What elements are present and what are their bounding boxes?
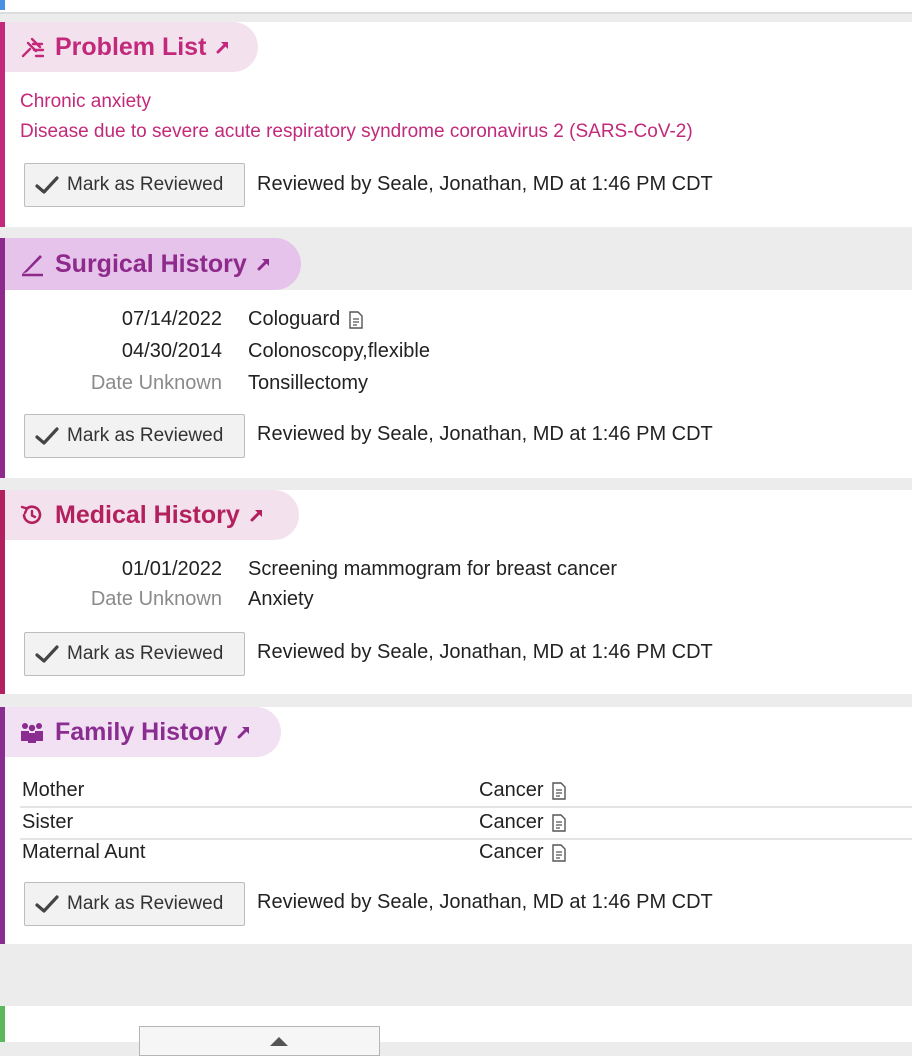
condition-date: 01/01/2022 [121, 558, 222, 580]
procedure-name: Cologuard [248, 308, 341, 330]
family-history-header[interactable]: Family History [5, 707, 281, 757]
external-link-icon[interactable] [257, 257, 271, 271]
procedure-name-cell: Cologuard [248, 308, 364, 331]
button-label: Mark as Reviewed [67, 425, 224, 446]
document-icon[interactable] [551, 781, 567, 800]
next-section [0, 1006, 912, 1056]
problem-list-icon [19, 34, 45, 60]
checkmark-icon [35, 175, 59, 195]
surgical-history-header[interactable]: Surgical History [5, 238, 301, 290]
section-accent-bar [0, 1006, 5, 1042]
history-clock-icon [19, 502, 45, 528]
scalpel-icon [19, 251, 45, 277]
family-row[interactable]: Sister Cancer [20, 810, 912, 840]
top-section-edge [0, 0, 912, 14]
section-title: Surgical History [55, 249, 247, 278]
family-icon [19, 719, 45, 745]
mark-as-reviewed-button[interactable]: Mark as Reviewed [24, 882, 245, 926]
relation: Sister [22, 811, 74, 833]
document-icon[interactable] [348, 310, 364, 329]
condition-name: Screening mammogram for breast cancer [248, 558, 618, 580]
procedure-date: Date Unknown [90, 372, 222, 394]
procedure-name: Tonsillectomy [248, 372, 369, 394]
medical-history-header[interactable]: Medical History [5, 490, 299, 540]
relation: Maternal Aunt [22, 841, 146, 863]
condition: Cancer [479, 811, 544, 833]
mark-as-reviewed-button[interactable]: Mark as Reviewed [24, 163, 245, 207]
checkmark-icon [35, 644, 59, 664]
document-icon[interactable] [551, 843, 567, 862]
procedure-name: Colonoscopy,flexible [248, 340, 430, 362]
family-row[interactable]: Mother Cancer [20, 778, 912, 808]
reviewed-status-text: Reviewed by Seale, Jonathan, MD at 1:46 … [257, 423, 713, 445]
procedure-date: 07/14/2022 [121, 308, 222, 330]
button-label: Mark as Reviewed [67, 893, 224, 914]
problem-list-header[interactable]: Problem List [5, 22, 258, 72]
mark-as-reviewed-button[interactable]: Mark as Reviewed [24, 414, 245, 458]
condition: Cancer [479, 841, 544, 863]
family-row[interactable]: Maternal Aunt Cancer [20, 840, 912, 870]
surgical-history-section: Surgical History 07/14/2022 Cologuard 04… [0, 238, 912, 478]
section-title: Problem List [55, 32, 207, 61]
checkmark-icon [35, 426, 59, 446]
medical-row[interactable]: Date Unknown Anxiety [0, 588, 912, 616]
section-title: Medical History [55, 500, 240, 529]
condition: Cancer [479, 779, 544, 801]
surgical-row[interactable]: 07/14/2022 Cologuard [0, 308, 912, 336]
medical-history-section: Medical History 01/01/2022 Screening mam… [0, 490, 912, 694]
section-accent-bar [0, 0, 5, 10]
condition-cell: Cancer [479, 811, 567, 834]
procedure-date: 04/30/2014 [121, 340, 222, 362]
problem-item[interactable]: Chronic anxiety [20, 91, 151, 113]
medical-row[interactable]: 01/01/2022 Screening mammogram for breas… [0, 558, 912, 586]
button-label: Mark as Reviewed [67, 643, 224, 664]
document-icon[interactable] [551, 813, 567, 832]
problem-list-section: Problem List Chronic anxiety Disease due… [0, 22, 912, 227]
section-title: Family History [55, 717, 228, 746]
surgical-row[interactable]: Date Unknown Tonsillectomy [0, 372, 912, 400]
reviewed-status-text: Reviewed by Seale, Jonathan, MD at 1:46 … [257, 641, 713, 663]
condition-cell: Cancer [479, 779, 567, 802]
condition-name: Anxiety [248, 588, 314, 610]
problem-item[interactable]: Disease due to severe acute respiratory … [20, 121, 693, 143]
mark-as-reviewed-button[interactable]: Mark as Reviewed [24, 632, 245, 676]
reviewed-status-text: Reviewed by Seale, Jonathan, MD at 1:46 … [257, 173, 713, 195]
surgical-row[interactable]: 04/30/2014 Colonoscopy,flexible [0, 340, 912, 368]
external-link-icon[interactable] [250, 508, 264, 522]
family-history-section: Family History Mother Cancer Sister Canc… [0, 707, 912, 944]
button-label: Mark as Reviewed [67, 174, 224, 195]
condition-cell: Cancer [479, 841, 567, 864]
relation: Mother [22, 779, 85, 801]
external-link-icon[interactable] [237, 725, 251, 739]
condition-date: Date Unknown [90, 588, 222, 610]
checkmark-icon [35, 894, 59, 914]
reviewed-status-text: Reviewed by Seale, Jonathan, MD at 1:46 … [257, 891, 713, 913]
scroll-up-button[interactable] [139, 1026, 380, 1056]
external-link-icon[interactable] [216, 40, 230, 54]
